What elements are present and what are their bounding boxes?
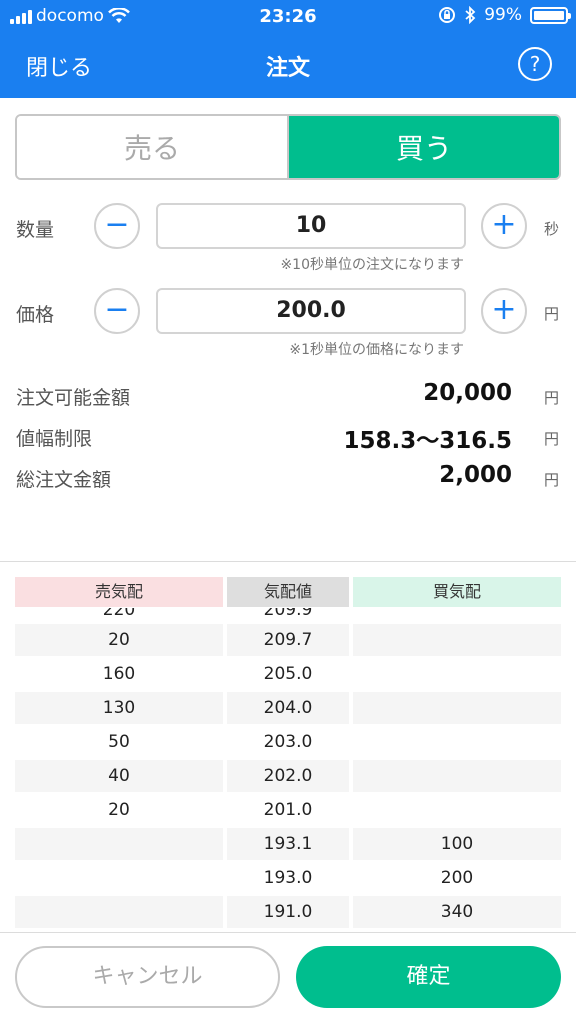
board-sell-qty: 40 — [15, 760, 223, 792]
board-row[interactable]: 191.0 340 — [0, 896, 576, 928]
board-row[interactable]: 193.0 200 — [0, 862, 576, 894]
section-divider — [0, 561, 576, 562]
quantity-unit: 秒 — [544, 220, 560, 238]
board-row[interactable]: 130 204.0 — [0, 692, 576, 724]
page-title: 注文 — [265, 56, 310, 81]
board-row[interactable]: 160 205.0 — [0, 658, 576, 690]
board-price: 204.0 — [227, 692, 349, 724]
board-buy-qty — [353, 726, 561, 758]
bluetooth-icon — [465, 6, 476, 24]
board-price: 203.0 — [263, 732, 313, 752]
order-book[interactable]: 220 209.9 20 209.7 160 205.0 130 204.0 5… — [0, 608, 576, 930]
price-note: ※1秒単位の価格になります — [289, 342, 464, 358]
board-sell-qty: 50 — [108, 732, 130, 752]
total-amount-value: 2,000 — [439, 462, 512, 488]
available-amount-value: 20,000 — [423, 380, 512, 406]
price-limit-unit: 円 — [544, 430, 560, 448]
board-price: 202.0 — [227, 760, 349, 792]
board-sell-qty — [15, 862, 223, 894]
board-price: 201.0 — [263, 800, 313, 820]
board-buy-qty: 200 — [440, 868, 474, 888]
total-amount-unit: 円 — [544, 471, 560, 489]
quantity-increment-button[interactable]: + — [481, 203, 527, 249]
board-buy-qty — [353, 658, 561, 690]
board-row[interactable]: 20 209.7 — [0, 624, 576, 656]
board-row[interactable]: 40 202.0 — [0, 760, 576, 792]
board-buy-qty: 340 — [353, 896, 561, 928]
battery-percent: 99% — [484, 5, 522, 25]
board-price: 205.0 — [263, 664, 313, 684]
board-buy-qty — [353, 624, 561, 656]
board-row[interactable]: 193.1 100 — [0, 828, 576, 860]
status-bar: docomo 23:26 99% — [0, 0, 576, 34]
board-sell-qty: 20 — [108, 800, 130, 820]
board-price: 193.0 — [263, 868, 313, 888]
quantity-input[interactable]: 10 — [156, 203, 466, 249]
board-sell-qty: 160 — [102, 664, 136, 684]
board-buy-qty — [353, 794, 561, 826]
quantity-note: ※10秒単位の注文になります — [280, 257, 464, 273]
board-header-buy: 買気配 — [353, 577, 561, 607]
board-row[interactable]: 20 201.0 — [0, 794, 576, 826]
app-header: docomo 23:26 99% 閉じる 注文 ? — [0, 0, 576, 98]
board-sell-qty — [15, 896, 223, 928]
board-price: 193.1 — [227, 828, 349, 860]
board-header-price: 気配値 — [227, 577, 349, 607]
board-buy-qty: 100 — [353, 828, 561, 860]
price-label: 価格 — [16, 304, 55, 326]
price-increment-button[interactable]: + — [481, 288, 527, 334]
buy-tab[interactable]: 買う — [289, 116, 559, 178]
board-sell-qty: 130 — [15, 692, 223, 724]
status-right: 99% — [438, 5, 571, 25]
price-unit: 円 — [544, 305, 560, 323]
board-price: 209.7 — [227, 624, 349, 656]
price-limit-value: 158.3〜316.5 — [343, 428, 512, 454]
available-amount-unit: 円 — [544, 389, 560, 407]
sell-tab[interactable]: 売る — [17, 116, 289, 178]
battery-icon — [530, 6, 571, 24]
board-sell-qty: 20 — [15, 624, 223, 656]
confirm-button[interactable]: 確定 — [296, 946, 561, 1008]
board-row[interactable]: 50 203.0 — [0, 726, 576, 758]
price-decrement-button[interactable]: − — [94, 288, 140, 334]
quantity-label: 数量 — [16, 219, 55, 241]
rotation-lock-icon — [439, 7, 456, 23]
board-header-sell: 売気配 — [15, 577, 223, 607]
board-buy-qty — [353, 692, 561, 724]
board-sell-qty — [15, 828, 223, 860]
total-amount-label: 総注文金額 — [16, 469, 112, 491]
board-buy-qty — [353, 760, 561, 792]
footer-divider — [0, 932, 576, 933]
price-limit-label: 値幅制限 — [16, 428, 93, 450]
board-price: 191.0 — [227, 896, 349, 928]
help-button[interactable]: ? — [518, 47, 552, 81]
price-input[interactable]: 200.0 — [156, 288, 466, 334]
quantity-decrement-button[interactable]: − — [94, 203, 140, 249]
available-amount-label: 注文可能金額 — [16, 387, 131, 409]
cancel-button[interactable]: キャンセル — [15, 946, 280, 1008]
order-side-segment: 売る 買う — [15, 114, 561, 180]
